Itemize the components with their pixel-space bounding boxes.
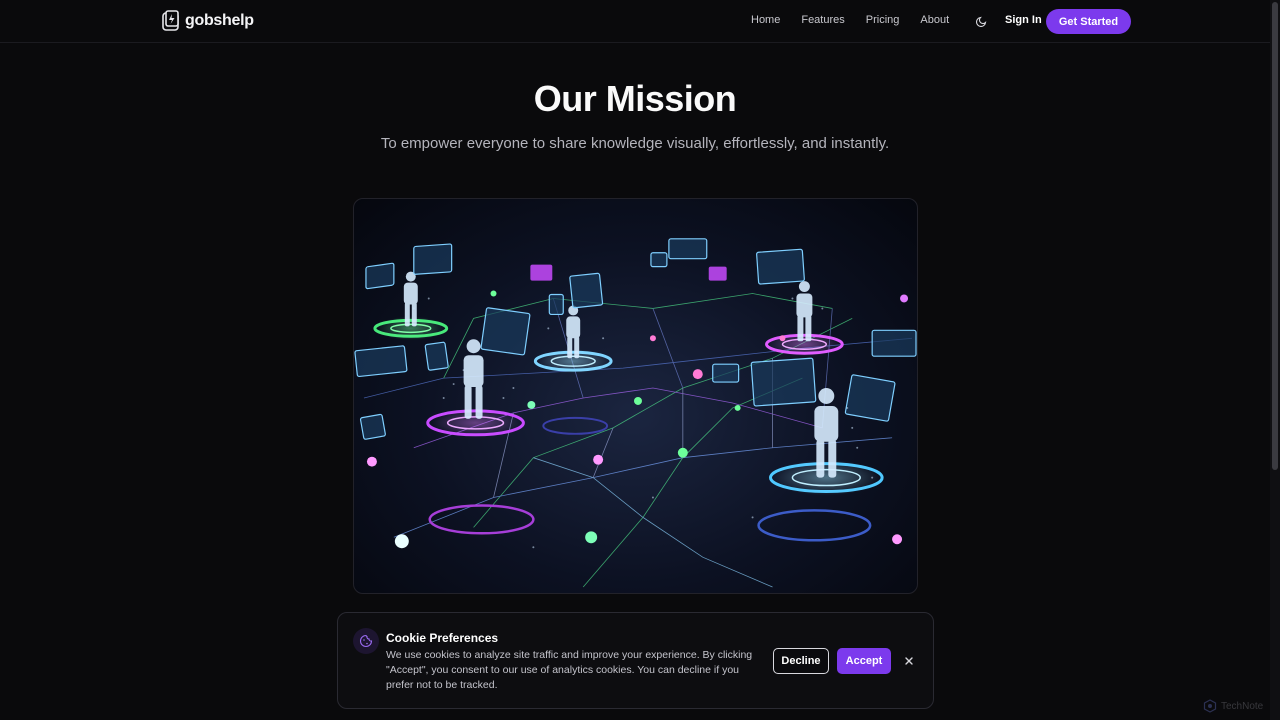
accept-button[interactable]: Accept xyxy=(837,648,891,674)
page-subtitle: To empower everyone to share knowledge v… xyxy=(380,135,890,152)
nav-home[interactable]: Home xyxy=(751,14,780,26)
nav-about[interactable]: About xyxy=(920,14,949,26)
close-icon[interactable] xyxy=(903,655,915,667)
moon-icon[interactable] xyxy=(976,15,988,27)
nav-pricing[interactable]: Pricing xyxy=(866,14,900,26)
cookie-text: We use cookies to analyze site traffic a… xyxy=(386,649,753,691)
cookie-icon xyxy=(353,628,379,654)
logo-text: gobshelp xyxy=(185,12,254,29)
page-title: Our Mission xyxy=(533,78,737,119)
decline-button[interactable]: Decline xyxy=(773,648,829,674)
network-illustration xyxy=(354,238,917,588)
watermark-icon xyxy=(1203,699,1217,713)
watermark-text: TechNote xyxy=(1221,700,1264,712)
nav-features[interactable]: Features xyxy=(801,14,844,26)
cookie-banner: Cookie Preferences We use cookies to ana… xyxy=(337,612,934,709)
site-header: gobshelp Home Features Pricing About Sig… xyxy=(0,0,1270,43)
main-nav: Home Features Pricing About xyxy=(751,14,970,26)
get-started-button[interactable]: Get Started xyxy=(1046,9,1131,34)
logo[interactable]: gobshelp xyxy=(161,10,254,32)
watermark: TechNote xyxy=(1203,699,1263,713)
sign-in-link[interactable]: Sign In xyxy=(1005,14,1042,26)
scrollbar-thumb[interactable] xyxy=(1272,2,1278,470)
hero-image xyxy=(353,198,918,594)
logo-icon xyxy=(162,10,179,31)
cookie-title: Cookie Preferences xyxy=(386,631,499,645)
